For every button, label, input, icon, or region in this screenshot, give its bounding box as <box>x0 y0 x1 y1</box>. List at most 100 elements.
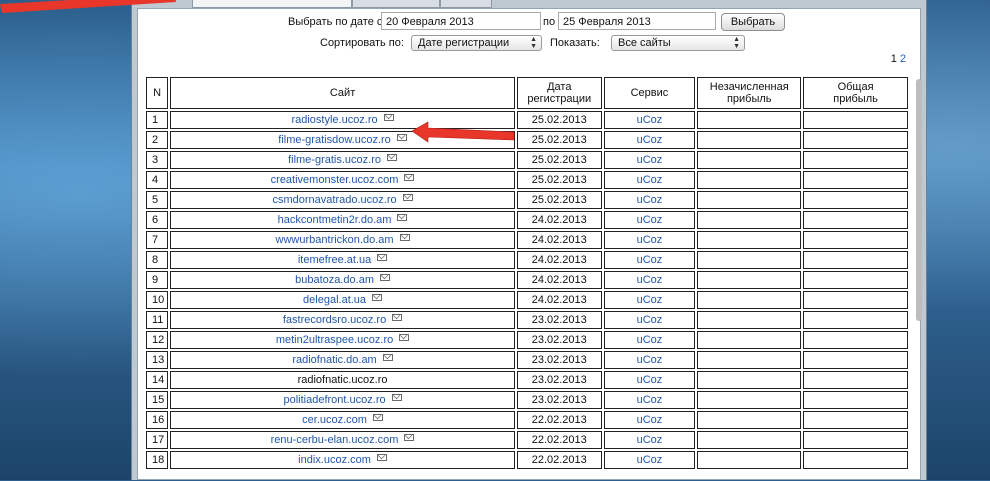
site-link[interactable]: filme-gratis.ucoz.ro <box>288 154 381 166</box>
unpaid-profit-cell <box>697 291 802 309</box>
table-header-row: N Сайт Дата регистрации Сервис Незачислен… <box>146 77 908 109</box>
header-site[interactable]: Сайт <box>170 77 515 109</box>
date-cell: 24.02.2013 <box>516 271 602 289</box>
table-row: 17 renu-cerbu-elan.ucoz.com 22.02.2013 uCoz <box>146 431 908 449</box>
envelope-icon[interactable] <box>372 294 383 301</box>
service-link[interactable]: uCoz <box>637 254 663 266</box>
service-link[interactable]: uCoz <box>637 194 663 206</box>
service-link[interactable]: uCoz <box>637 374 663 386</box>
envelope-icon[interactable] <box>399 234 410 241</box>
date-cell: 24.02.2013 <box>516 211 602 229</box>
service-link[interactable]: uCoz <box>637 114 663 126</box>
vertical-scrollbar[interactable] <box>915 75 922 481</box>
service-cell: uCoz <box>603 451 696 469</box>
page-1[interactable]: 1 <box>891 53 897 65</box>
service-link[interactable]: uCoz <box>637 214 663 226</box>
row-number: 3 <box>146 151 169 169</box>
service-link[interactable]: uCoz <box>637 354 663 366</box>
envelope-icon[interactable] <box>399 334 410 341</box>
service-cell: uCoz <box>603 431 696 449</box>
total-profit-cell <box>803 331 908 349</box>
site-link[interactable]: radiostyle.ucoz.ro <box>291 114 377 126</box>
envelope-icon[interactable] <box>392 314 403 321</box>
site-link[interactable]: indix.ucoz.com <box>298 454 371 466</box>
site-link[interactable]: filme-gratisdow.ucoz.ro <box>278 134 391 146</box>
envelope-icon[interactable] <box>387 154 397 161</box>
envelope-icon[interactable] <box>404 434 415 441</box>
total-profit-cell <box>803 311 908 329</box>
row-number: 8 <box>146 251 169 269</box>
site-link[interactable]: metin2ultraspee.ucoz.ro <box>276 334 393 346</box>
table-row: 6 hackcontmetin2r.do.am 24.02.2013 uCoz <box>146 211 908 229</box>
site-link[interactable]: bubatoza.do.am <box>295 274 374 286</box>
envelope-icon[interactable] <box>391 394 402 401</box>
site-link[interactable]: radiofnatic.do.am <box>292 354 376 366</box>
date-from-input[interactable]: 20 Февраля 2013 <box>381 12 541 30</box>
service-link[interactable]: uCoz <box>637 234 663 246</box>
service-link[interactable]: uCoz <box>637 334 663 346</box>
site-link[interactable]: itemefree.at.ua <box>298 254 371 266</box>
service-link[interactable]: uCoz <box>637 314 663 326</box>
date-cell: 23.02.2013 <box>516 351 602 369</box>
site-link[interactable]: hackcontmetin2r.do.am <box>278 214 392 226</box>
header-date[interactable]: Дата регистрации <box>516 77 602 109</box>
service-cell: uCoz <box>603 391 696 409</box>
envelope-icon[interactable] <box>383 114 394 121</box>
site-cell: fastrecordsro.ucoz.ro <box>170 311 515 329</box>
service-link[interactable]: uCoz <box>637 294 663 306</box>
envelope-icon[interactable] <box>402 194 413 201</box>
envelope-icon[interactable] <box>397 214 408 221</box>
table-row: 4 creativemonster.ucoz.com 25.02.2013 uCoz <box>146 171 908 189</box>
site-link[interactable]: delegal.at.ua <box>303 294 366 306</box>
scrollbar-thumb[interactable] <box>916 79 922 321</box>
envelope-icon[interactable] <box>404 174 415 181</box>
header-service[interactable]: Сервис <box>603 77 696 109</box>
site-link[interactable]: creativemonster.ucoz.com <box>271 174 399 186</box>
site-link[interactable]: wwwurbantrickon.do.am <box>276 234 394 246</box>
show-select[interactable]: Все сайты ▲ ▼ <box>611 35 745 51</box>
header-total-profit[interactable]: Общая прибыль <box>803 77 908 109</box>
tab-second[interactable] <box>352 0 440 8</box>
unpaid-profit-cell <box>697 371 802 389</box>
table-row: 8 itemefree.at.ua 24.02.2013 uCoz <box>146 251 908 269</box>
site-link[interactable]: fastrecordsro.ucoz.ro <box>283 314 386 326</box>
service-cell: uCoz <box>603 111 696 129</box>
service-link[interactable]: uCoz <box>637 174 663 186</box>
date-to-label: по <box>543 16 556 28</box>
site-link[interactable]: csmdornavatrado.ucoz.ro <box>272 194 396 206</box>
envelope-icon[interactable] <box>379 274 390 281</box>
site-link[interactable]: politiadefront.ucoz.ro <box>283 394 385 406</box>
envelope-icon[interactable] <box>396 134 407 141</box>
service-link[interactable]: uCoz <box>637 274 663 286</box>
envelope-icon[interactable] <box>376 454 387 461</box>
row-number: 11 <box>146 311 169 329</box>
sort-select[interactable]: Дате регистрации ▲ ▼ <box>411 35 542 51</box>
service-cell: uCoz <box>603 291 696 309</box>
site-link[interactable]: renu-cerbu-elan.ucoz.com <box>271 434 399 446</box>
site-cell: radiostyle.ucoz.ro <box>170 111 515 129</box>
envelope-icon[interactable] <box>377 254 388 261</box>
service-link[interactable]: uCoz <box>637 394 663 406</box>
service-cell: uCoz <box>603 231 696 249</box>
site-cell: bubatoza.do.am <box>170 271 515 289</box>
envelope-icon[interactable] <box>372 414 383 421</box>
tab-third[interactable] <box>440 0 492 8</box>
select-arrows-icon: ▲ ▼ <box>733 36 740 50</box>
site-cell: cer.ucoz.com <box>170 411 515 429</box>
site-link[interactable]: cer.ucoz.com <box>302 414 367 426</box>
service-cell: uCoz <box>603 191 696 209</box>
row-number: 4 <box>146 171 169 189</box>
service-link[interactable]: uCoz <box>637 154 663 166</box>
service-link[interactable]: uCoz <box>637 454 663 466</box>
envelope-icon[interactable] <box>382 354 393 361</box>
service-link[interactable]: uCoz <box>637 434 663 446</box>
header-unpaid-profit[interactable]: Незачисленная прибыль <box>697 77 802 109</box>
date-cell: 23.02.2013 <box>516 371 602 389</box>
service-link[interactable]: uCoz <box>637 414 663 426</box>
page-2-link[interactable]: 2 <box>900 53 906 65</box>
date-to-input[interactable]: 25 Февраля 2013 <box>558 12 716 30</box>
service-link[interactable]: uCoz <box>637 134 663 146</box>
tab-active[interactable] <box>192 0 352 8</box>
select-arrows-icon: ▲ ▼ <box>530 36 537 50</box>
select-date-button[interactable]: Выбрать <box>721 13 785 31</box>
